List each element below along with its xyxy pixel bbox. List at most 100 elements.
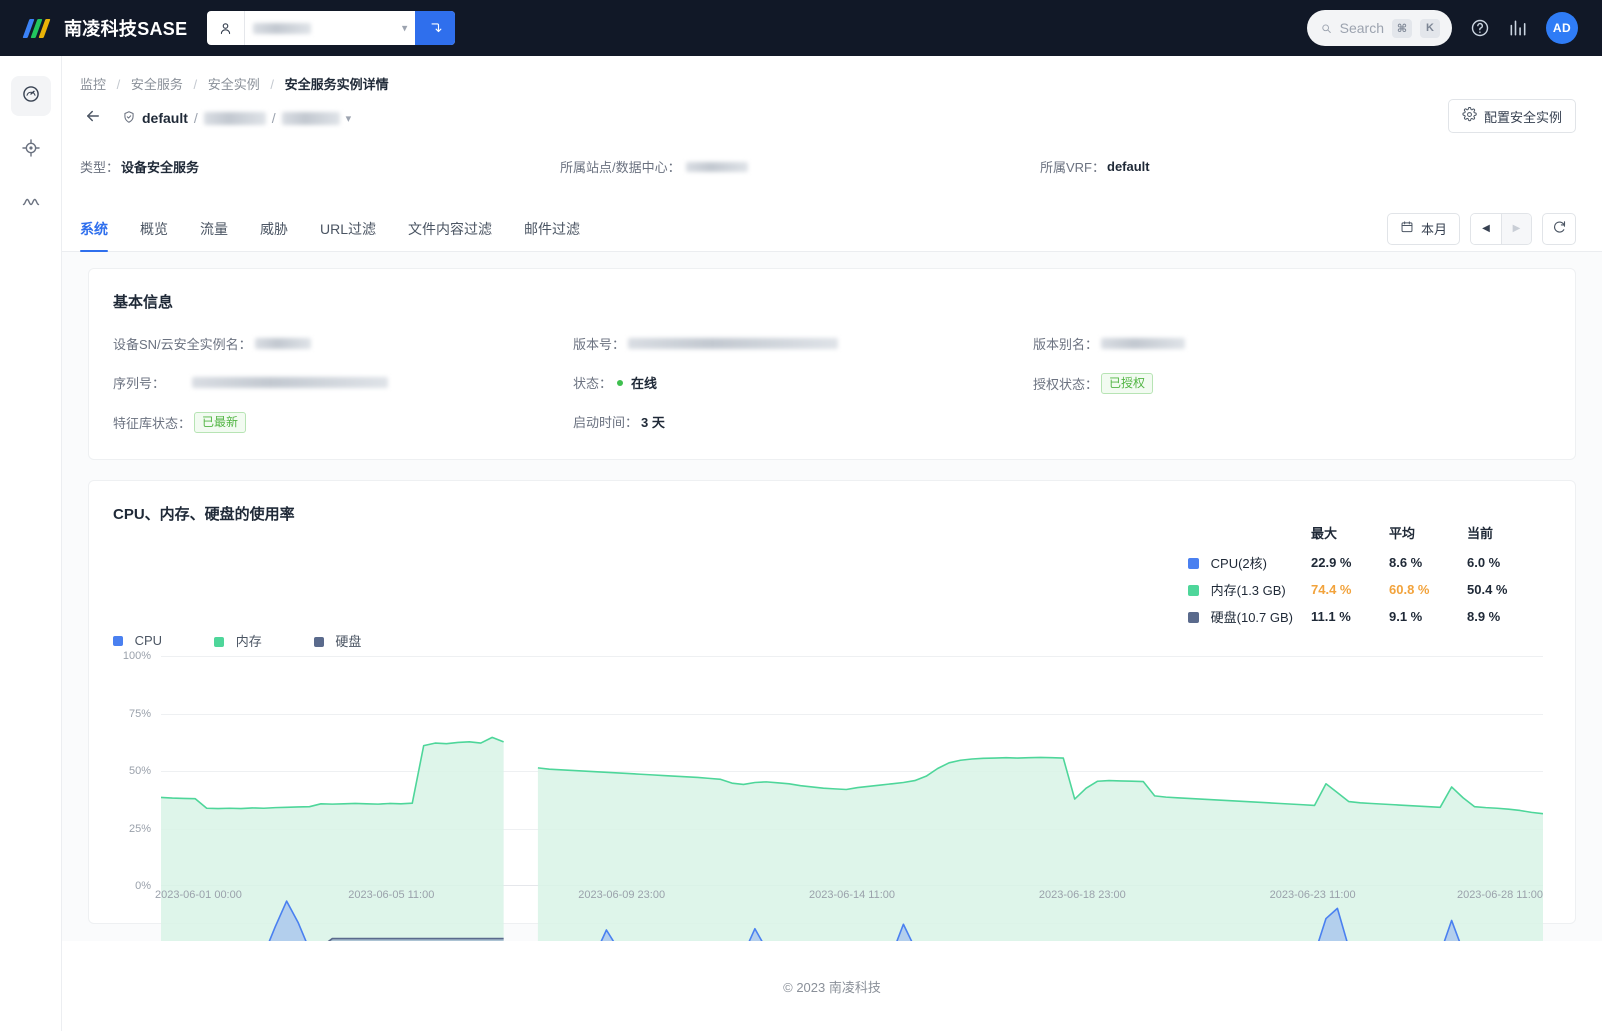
- basic-info-col-right: 版本别名： 授权状态： 已授权: [1033, 334, 1493, 433]
- avatar[interactable]: AD: [1546, 12, 1578, 44]
- info-status-value: 在线: [631, 376, 658, 391]
- meta-vrf-value: default: [1107, 159, 1150, 174]
- x-tick-3: 2023-06-14 11:00: [808, 889, 896, 901]
- usage-chart-title: CPU、内存、硬盘的使用率: [113, 506, 295, 523]
- tab-overview[interactable]: 概览: [140, 206, 168, 252]
- info-version-alias-value-redacted: [1101, 338, 1186, 349]
- breadcrumb-current: 安全服务实例详情: [284, 77, 389, 92]
- breadcrumb-item-1[interactable]: 安全服务: [131, 77, 183, 92]
- breadcrumb-item-2[interactable]: 安全实例: [208, 77, 260, 92]
- info-device-sn-value-redacted: [254, 338, 311, 349]
- instance-path[interactable]: default / / ▾: [122, 110, 351, 127]
- meta-type-value: 设备安全服务: [121, 160, 200, 175]
- search-placeholder: Search: [1339, 20, 1384, 36]
- stats-row-disk: 硬盘(10.7 GB) 11.1 % 9.1 % 8.9 %: [1188, 603, 1545, 630]
- breadcrumb-separator: /: [116, 77, 121, 92]
- stats-memory-avg: 60.8 %: [1389, 582, 1430, 597]
- question-circle-icon[interactable]: [1470, 18, 1490, 38]
- left-nav-rail: [0, 56, 62, 1031]
- x-tick-2: 2023-06-09 23:00: [578, 889, 666, 901]
- sidebar-item-activity[interactable]: [11, 184, 51, 224]
- info-signature-db-label: 特征库状态：: [113, 416, 192, 431]
- range-prev-button[interactable]: ◀: [1471, 213, 1501, 244]
- range-next-button: ▶: [1501, 213, 1531, 244]
- usage-series-svg: [161, 656, 1543, 974]
- configure-instance-button[interactable]: 配置安全实例: [1447, 99, 1576, 133]
- tab-system[interactable]: 系统: [80, 206, 108, 252]
- search-kbd-k: K: [1420, 18, 1440, 38]
- info-license: 授权状态： 已授权: [1033, 373, 1493, 394]
- usage-plot[interactable]: 100% 75% 50% 25% 0%: [113, 650, 1543, 974]
- chevron-down-icon[interactable]: ▾: [346, 112, 352, 125]
- back-button[interactable]: [80, 105, 106, 131]
- tab-url-filter[interactable]: URL过滤: [320, 206, 376, 252]
- tab-traffic[interactable]: 流量: [200, 206, 228, 252]
- path-leaf-redacted: [281, 111, 340, 125]
- content-area: 基本信息 设备SN/云安全实例名： 序列号： 特征库状态： 已最新 版本号： 状…: [62, 252, 1602, 974]
- meta-site-label: 所属站点/数据中心：: [560, 160, 681, 175]
- meta-vrf-label: 所属VRF：: [1040, 160, 1106, 175]
- legend-label-cpu: CPU: [134, 633, 163, 648]
- legend-label-memory: 内存: [235, 634, 262, 649]
- path-separator: /: [193, 110, 198, 126]
- user-icon: [207, 11, 246, 45]
- usage-chart-card: CPU、内存、硬盘的使用率 最大 平均 当前 CPU(2核) 22.9 % 8.…: [88, 480, 1576, 974]
- tenant-value[interactable]: ▾: [245, 11, 415, 45]
- footer-text: © 2023 南凌科技: [783, 979, 881, 995]
- tenant-value-redacted: [253, 22, 312, 34]
- calendar-icon: [1400, 220, 1414, 237]
- stats-name-disk: 硬盘(10.7 GB): [1210, 610, 1293, 625]
- date-range-picker[interactable]: 本月: [1386, 212, 1460, 245]
- info-version-alias-label: 版本别名：: [1033, 337, 1099, 352]
- slash-logo-icon: [22, 17, 54, 39]
- meta-type: 类型： 设备安全服务: [80, 157, 560, 176]
- sidebar-item-dashboard[interactable]: [10, 76, 51, 116]
- y-tick-25: 25%: [128, 822, 151, 835]
- info-status: 状态： 在线: [573, 373, 1033, 392]
- breadcrumb: 监控 / 安全服务 / 安全实例 / 安全服务实例详情: [62, 56, 1602, 93]
- meta-site: 所属站点/数据中心：: [560, 157, 1040, 176]
- tenant-picker[interactable]: ▾: [207, 11, 456, 45]
- tab-bar: 系统 概览 流量 威胁 URL过滤 文件内容过滤 邮件过滤 本月 ◀ ▶: [62, 206, 1602, 252]
- bar-chart-icon[interactable]: [1508, 18, 1528, 38]
- path-segment-redacted: [203, 111, 266, 125]
- legend-item-disk[interactable]: 硬盘: [313, 631, 362, 650]
- configure-instance-label: 配置安全实例: [1483, 109, 1562, 125]
- info-version-label: 版本号：: [573, 337, 626, 352]
- swatch-memory-icon: [1188, 585, 1200, 596]
- brand-title: 南凌科技SASE: [64, 19, 188, 39]
- basic-info-card: 基本信息 设备SN/云安全实例名： 序列号： 特征库状态： 已最新 版本号： 状…: [88, 268, 1576, 460]
- gear-icon: [1462, 107, 1477, 125]
- stats-header-row: 最大 平均 当前: [1188, 523, 1545, 549]
- basic-info-col-left: 设备SN/云安全实例名： 序列号： 特征库状态： 已最新: [113, 334, 573, 433]
- info-serial: 序列号：: [113, 373, 573, 392]
- refresh-button[interactable]: [1542, 212, 1576, 245]
- legend-label-disk: 硬盘: [335, 634, 362, 649]
- meta-type-label: 类型：: [80, 160, 120, 175]
- tab-file-content-filter[interactable]: 文件内容过滤: [408, 206, 492, 252]
- breadcrumb-separator: /: [270, 77, 275, 92]
- tab-traffic-label: 流量: [200, 220, 228, 237]
- tab-threat[interactable]: 威胁: [260, 206, 288, 252]
- legend-swatch-memory-icon: [214, 637, 225, 647]
- sidebar-item-target[interactable]: [11, 130, 51, 170]
- tenant-submit-button[interactable]: [415, 11, 456, 45]
- info-version: 版本号：: [573, 334, 1033, 353]
- dashboard-gauge-icon: [21, 84, 41, 109]
- search-input[interactable]: Search ⌘ K: [1307, 10, 1452, 46]
- breadcrumb-separator: /: [193, 77, 198, 92]
- legend-item-memory[interactable]: 内存: [214, 631, 262, 650]
- tab-mail-filter[interactable]: 邮件过滤: [524, 206, 580, 252]
- swatch-disk-icon: [1188, 612, 1200, 623]
- breadcrumb-item-0[interactable]: 监控: [80, 77, 106, 92]
- info-uptime-label: 启动时间：: [573, 415, 639, 430]
- stats-disk-avg: 9.1 %: [1389, 609, 1423, 624]
- legend-item-cpu[interactable]: CPU: [113, 633, 162, 648]
- x-tick-4: 2023-06-18 23:00: [1038, 889, 1126, 901]
- stats-memory-max: 74.4 %: [1311, 582, 1352, 597]
- x-tick-5: 2023-06-23 11:00: [1269, 889, 1356, 901]
- status-badge-license: 已授权: [1101, 373, 1154, 394]
- swatch-cpu-icon: [1188, 558, 1200, 569]
- tab-file-content-filter-label: 文件内容过滤: [408, 220, 493, 237]
- info-version-alias: 版本别名：: [1033, 334, 1493, 353]
